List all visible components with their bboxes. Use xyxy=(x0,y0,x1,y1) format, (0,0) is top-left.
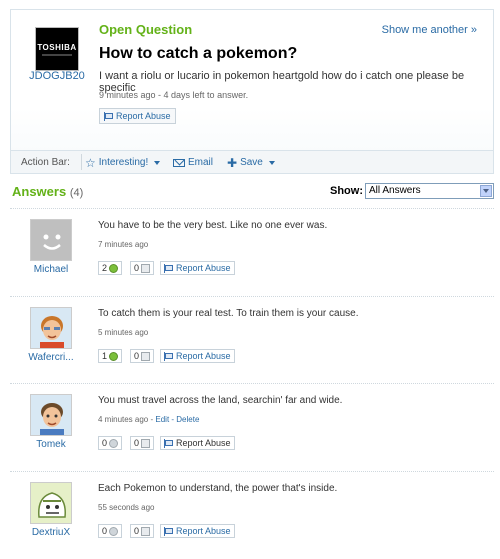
action-bar-label: Action Bar: xyxy=(21,157,70,168)
answer-report-abuse-button[interactable]: Report Abuse xyxy=(160,524,235,538)
answer-item: DextriuX Each Pokemon to understand, the… xyxy=(10,471,494,559)
answer-item: Michael You have to be the very best. Li… xyxy=(10,208,494,296)
flag-icon xyxy=(164,438,173,448)
answer-report-abuse-button[interactable]: Report Abuse xyxy=(160,261,235,275)
answer-time: 4 minutes ago - xyxy=(98,415,156,424)
answerer-name-link[interactable]: DextriuX xyxy=(20,527,82,538)
cartoon-avatar-icon xyxy=(31,308,71,348)
action-bar-divider xyxy=(81,154,82,170)
answers-count: (4) xyxy=(69,187,84,199)
answers-filter-value: All Answers xyxy=(369,185,421,196)
flag-icon xyxy=(104,111,113,121)
answer-meta: 5 minutes ago xyxy=(98,328,148,337)
flag-icon xyxy=(164,351,173,361)
thumbs-down-icon xyxy=(141,438,151,448)
answer-report-abuse-button[interactable]: Report Abuse xyxy=(160,436,235,450)
show-another-link[interactable]: Show me another » xyxy=(382,24,477,36)
thumbs-up-icon xyxy=(109,351,119,361)
thumbs-up-button[interactable]: 0 xyxy=(98,524,123,538)
edit-delete-links[interactable]: Edit - Delete xyxy=(155,415,199,424)
answer-meta: 7 minutes ago xyxy=(98,240,148,249)
answer-report-abuse-button[interactable]: Report Abuse xyxy=(160,349,235,363)
thumbs-down-count: 0 xyxy=(134,526,140,536)
flag-icon xyxy=(164,526,173,536)
answer-time: 5 minutes ago xyxy=(98,328,149,337)
question-card: TOSHIBA JDOGJB20 Open Question Show me a… xyxy=(10,9,494,174)
answers-heading: Answers (4) xyxy=(12,184,83,199)
answer-time: 55 seconds ago xyxy=(98,503,155,512)
cartoon-avatar-icon xyxy=(31,395,71,435)
question-status-label: Open Question xyxy=(99,22,193,37)
thumbs-up-count: 1 xyxy=(102,351,108,361)
report-abuse-label: Report Abuse xyxy=(176,351,231,361)
show-filter-label: Show: xyxy=(330,185,363,197)
dropdown-arrow-icon[interactable] xyxy=(480,185,492,197)
thumbs-up-count: 2 xyxy=(102,263,108,273)
chevron-down-icon xyxy=(268,160,275,165)
question-meta: 9 minutes ago - 4 days left to answer. xyxy=(99,90,249,100)
envelope-icon xyxy=(173,158,185,167)
answer-avatar[interactable] xyxy=(30,394,72,436)
email-label: Email xyxy=(188,157,214,168)
thumbs-down-button[interactable]: 0 xyxy=(130,261,155,275)
report-abuse-label: Report Abuse xyxy=(176,263,231,273)
answer-avatar[interactable] xyxy=(30,482,72,524)
thumbs-down-count: 0 xyxy=(134,351,140,361)
answer-avatar[interactable] xyxy=(30,307,72,349)
email-button[interactable]: Email xyxy=(173,157,213,168)
interesting-button[interactable]: ☆ Interesting! xyxy=(85,155,161,170)
thumbs-down-icon xyxy=(141,263,151,273)
cartoon-avatar-icon xyxy=(31,483,71,523)
answerer-name-link[interactable]: Wafercri... xyxy=(20,352,82,363)
star-icon: ☆ xyxy=(85,155,96,170)
chevron-down-icon xyxy=(154,160,161,165)
save-button[interactable]: ✚ Save xyxy=(227,155,275,170)
report-abuse-label: Report Abuse xyxy=(116,111,171,121)
thumbs-up-icon xyxy=(109,438,119,448)
thumbs-up-icon xyxy=(109,263,119,273)
answer-avatar[interactable] xyxy=(30,219,72,261)
answer-text: You must travel across the land, searchi… xyxy=(98,395,343,406)
report-abuse-label: Report Abuse xyxy=(176,526,231,536)
thumbs-down-button[interactable]: 0 xyxy=(130,349,155,363)
flag-icon xyxy=(164,263,173,273)
asker-avatar[interactable]: TOSHIBA xyxy=(35,27,79,71)
answer-item: Tomek You must travel across the land, s… xyxy=(10,383,494,471)
default-avatar-icon xyxy=(31,220,71,260)
thumbs-up-icon xyxy=(109,526,119,536)
thumbs-down-button[interactable]: 0 xyxy=(130,524,155,538)
action-bar: Action Bar: ☆ Interesting! Email ✚ Save xyxy=(11,150,493,173)
thumbs-up-button[interactable]: 0 xyxy=(98,436,123,450)
thumbs-down-button[interactable]: 0 xyxy=(130,436,155,450)
toshiba-logo: TOSHIBA xyxy=(37,43,77,52)
answer-meta: 55 seconds ago xyxy=(98,503,155,512)
answer-text: To catch them is your real test. To trai… xyxy=(98,308,359,319)
thumbs-up-button[interactable]: 1 xyxy=(98,349,123,363)
thumbs-up-count: 0 xyxy=(102,438,108,448)
plus-icon: ✚ xyxy=(227,155,238,170)
answerer-name-link[interactable]: Tomek xyxy=(20,439,82,450)
answer-text: You have to be the very best. Like no on… xyxy=(98,220,328,231)
thumbs-down-count: 0 xyxy=(134,438,140,448)
thumbs-up-count: 0 xyxy=(102,526,108,536)
answers-filter-select[interactable]: All Answers xyxy=(365,183,494,199)
answer-meta: 4 minutes ago - Edit - Delete xyxy=(98,415,199,424)
thumbs-down-icon xyxy=(141,526,151,536)
report-abuse-label: Report Abuse xyxy=(176,438,231,448)
interesting-label: Interesting! xyxy=(98,157,149,168)
avatar-decor-bar xyxy=(42,54,72,56)
thumbs-down-count: 0 xyxy=(134,263,140,273)
answer-item: Wafercri... To catch them is your real t… xyxy=(10,296,494,384)
answer-text: Each Pokemon to understand, the power th… xyxy=(98,483,338,494)
answers-title: Answers xyxy=(12,184,67,199)
answerer-name-link[interactable]: Michael xyxy=(20,264,82,275)
thumbs-down-icon xyxy=(141,351,151,361)
thumbs-up-button[interactable]: 2 xyxy=(98,261,123,275)
save-label: Save xyxy=(240,157,263,168)
question-report-abuse-button[interactable]: Report Abuse xyxy=(99,108,176,124)
answer-time: 7 minutes ago xyxy=(98,240,149,249)
asker-name-link[interactable]: JDOGJB20 xyxy=(26,70,88,82)
question-title: How to catch a pokemon? xyxy=(99,45,298,62)
